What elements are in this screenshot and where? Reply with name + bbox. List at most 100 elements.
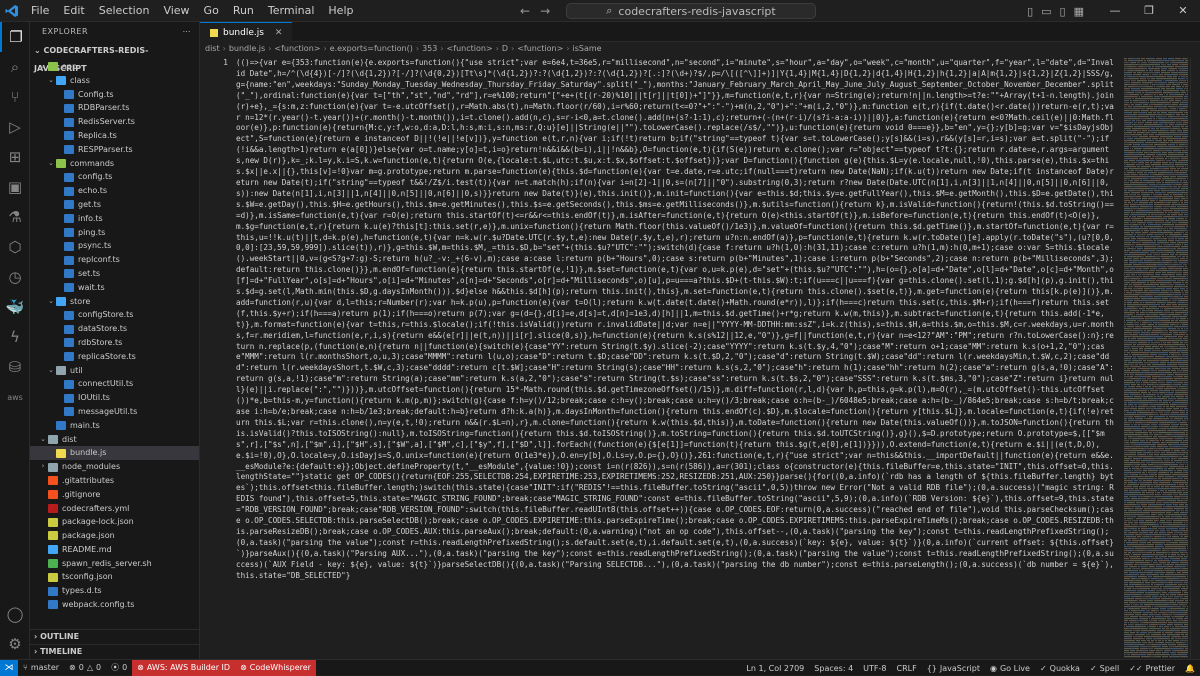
- ports-indicator[interactable]: ⦿ 0: [106, 662, 132, 673]
- tree-item-main-ts[interactable]: main.ts: [30, 419, 199, 433]
- settings-gear-icon[interactable]: ⚙: [0, 629, 30, 659]
- tree-item-types-d-ts[interactable]: types.d.ts: [30, 584, 199, 598]
- outline-section[interactable]: › OUTLINE: [30, 629, 200, 643]
- source-control-icon[interactable]: ⑂: [0, 82, 30, 112]
- tree-item-echo-ts[interactable]: echo.ts: [30, 184, 199, 198]
- tree-item-replconf-ts[interactable]: replconf.ts: [30, 253, 199, 267]
- tree-item-get-ts[interactable]: get.ts: [30, 198, 199, 212]
- tree-item-bundle-js[interactable]: bundle.js: [30, 446, 199, 460]
- menu-go[interactable]: Go: [197, 0, 226, 22]
- forward-arrow-icon[interactable]: →: [540, 4, 550, 18]
- remote-indicator-icon[interactable]: ⋊: [0, 660, 18, 676]
- menu-selection[interactable]: Selection: [92, 0, 157, 22]
- tree-item-replicastore-ts[interactable]: replicaStore.ts: [30, 350, 199, 364]
- run-debug-icon[interactable]: ▷: [0, 112, 30, 142]
- tree-item-webpack-config-ts[interactable]: webpack.config.ts: [30, 598, 199, 612]
- breadcrumb-item[interactable]: <function>: [517, 44, 563, 53]
- remote-explorer-icon[interactable]: ▣: [0, 172, 30, 202]
- go-live-button[interactable]: ◉ Go Live: [985, 664, 1035, 673]
- language-mode[interactable]: {} JavaScript: [922, 664, 985, 673]
- tree-item-replica-ts[interactable]: Replica.ts: [30, 129, 199, 143]
- toggle-secondary-sidebar-icon[interactable]: ▯: [1060, 5, 1066, 18]
- prettier-indicator[interactable]: ✓✓ Prettier: [1124, 664, 1180, 673]
- menu-file[interactable]: File: [24, 0, 56, 22]
- aws-icon[interactable]: aws: [0, 382, 30, 412]
- tree-item-dist[interactable]: ⌄dist: [30, 433, 199, 447]
- command-center-search[interactable]: ⌕ codecrafters-redis-javascript: [566, 3, 816, 19]
- tree-item-redisserver-ts[interactable]: RedisServer.ts: [30, 115, 199, 129]
- menu-help[interactable]: Help: [321, 0, 360, 22]
- extensions-icon[interactable]: ⊞: [0, 142, 30, 172]
- menu-run[interactable]: Run: [226, 0, 261, 22]
- breadcrumb-item[interactable]: bundle.js: [229, 44, 265, 53]
- codewhisperer-badge[interactable]: ⊗ CodeWhisperer: [235, 660, 316, 676]
- maximize-icon[interactable]: ❐: [1132, 0, 1166, 22]
- menu-view[interactable]: View: [156, 0, 196, 22]
- tree-item-config-ts[interactable]: Config.ts: [30, 88, 199, 102]
- indentation[interactable]: Spaces: 4: [809, 664, 858, 673]
- tree-item-commands[interactable]: ⌄commands: [30, 157, 199, 171]
- vertical-scrollbar[interactable]: [1190, 58, 1200, 659]
- docker-icon[interactable]: 🐳: [0, 292, 30, 322]
- tree-item--gitattributes[interactable]: .gitattributes: [30, 474, 199, 488]
- menu-edit[interactable]: Edit: [56, 0, 91, 22]
- breadcrumb-item[interactable]: dist: [205, 44, 220, 53]
- minimize-icon[interactable]: —: [1098, 0, 1132, 22]
- workspace-root[interactable]: ⌄ CODECRAFTERS-REDIS-JAVASCRIPT: [30, 42, 199, 60]
- tree-item-spawn-redis-server-sh[interactable]: spawn_redis_server.sh: [30, 557, 199, 571]
- quokka-icon[interactable]: ϟ: [0, 322, 30, 352]
- breadcrumb-item[interactable]: <function>: [274, 44, 320, 53]
- tree-item-node-modules[interactable]: ›node_modules: [30, 460, 199, 474]
- tree-item-configstore-ts[interactable]: configStore.ts: [30, 308, 199, 322]
- tree-item-readme-md[interactable]: README.md: [30, 543, 199, 557]
- tree-item-rdbstore-ts[interactable]: rdbStore.ts: [30, 336, 199, 350]
- tree-item-datastore-ts[interactable]: dataStore.ts: [30, 322, 199, 336]
- tree-item-wait-ts[interactable]: wait.ts: [30, 281, 199, 295]
- tree-item-tsconfig-json[interactable]: tsconfig.json: [30, 570, 199, 584]
- toggle-sidebar-icon[interactable]: ▯: [1027, 5, 1033, 18]
- aws-toolkit-icon[interactable]: ⬡: [0, 232, 30, 262]
- cursor-position[interactable]: Ln 1, Col 2709: [741, 664, 809, 673]
- tree-item-connectutil-ts[interactable]: connectUtil.ts: [30, 377, 199, 391]
- breadcrumb-item[interactable]: e.exports=function(): [330, 44, 413, 53]
- tree-item-info-ts[interactable]: info.ts: [30, 212, 199, 226]
- account-icon[interactable]: ◯: [0, 599, 30, 629]
- spell-indicator[interactable]: ✓ Spell: [1085, 664, 1124, 673]
- end-of-line[interactable]: CRLF: [891, 664, 921, 673]
- back-arrow-icon[interactable]: ←: [520, 4, 530, 18]
- tree-item-ping-ts[interactable]: ping.ts: [30, 226, 199, 240]
- close-icon[interactable]: ✕: [1166, 0, 1200, 22]
- testing-icon[interactable]: ⚗: [0, 202, 30, 232]
- notifications-icon[interactable]: 🔔: [1180, 664, 1200, 673]
- tree-item-codecrafters-yml[interactable]: codecrafters.yml: [30, 502, 199, 516]
- tree-item-rdbparser-ts[interactable]: RDBParser.ts: [30, 101, 199, 115]
- menu-terminal[interactable]: Terminal: [261, 0, 322, 22]
- timeline-section[interactable]: › TIMELINE: [30, 644, 200, 658]
- tree-item-set-ts[interactable]: set.ts: [30, 267, 199, 281]
- code-view[interactable]: 1 (()=>{var e={353:function(e){e.exports…: [200, 58, 1120, 659]
- file-encoding[interactable]: UTF-8: [858, 664, 891, 673]
- tree-item-class[interactable]: ⌄class: [30, 74, 199, 88]
- tree-item-package-json[interactable]: package.json: [30, 529, 199, 543]
- tree-item-messageutil-ts[interactable]: messageUtil.ts: [30, 405, 199, 419]
- tab-bundle-js[interactable]: bundle.js ✕: [200, 22, 292, 42]
- tree-item-util[interactable]: ⌄util: [30, 364, 199, 378]
- tree-item-package-lock-json[interactable]: package-lock.json: [30, 515, 199, 529]
- tree-item-config-ts[interactable]: config.ts: [30, 170, 199, 184]
- code-text[interactable]: (()=>{var e={353:function(e){e.exports=f…: [236, 58, 1116, 582]
- tree-item-store[interactable]: ⌄store: [30, 295, 199, 309]
- minimap[interactable]: [1122, 58, 1190, 659]
- breadcrumb-item[interactable]: 353: [422, 44, 437, 53]
- tree-item-psync-ts[interactable]: psync.ts: [30, 239, 199, 253]
- branch-indicator[interactable]: ⑂ master: [18, 663, 64, 672]
- timeline-icon[interactable]: ◷: [0, 262, 30, 292]
- tree-item-ioutil-ts[interactable]: IOUtil.ts: [30, 391, 199, 405]
- tree-item--gitignore[interactable]: .gitignore: [30, 488, 199, 502]
- database-icon[interactable]: ⛁: [0, 352, 30, 382]
- problems-indicator[interactable]: ⊗ 0 △ 0: [64, 663, 106, 672]
- search-icon[interactable]: ⌕: [0, 52, 30, 82]
- close-tab-icon[interactable]: ✕: [275, 28, 283, 38]
- customize-layout-icon[interactable]: ▦: [1074, 5, 1084, 18]
- breadcrumb-item[interactable]: <function>: [447, 44, 493, 53]
- tree-item-respparser-ts[interactable]: RESPParser.ts: [30, 143, 199, 157]
